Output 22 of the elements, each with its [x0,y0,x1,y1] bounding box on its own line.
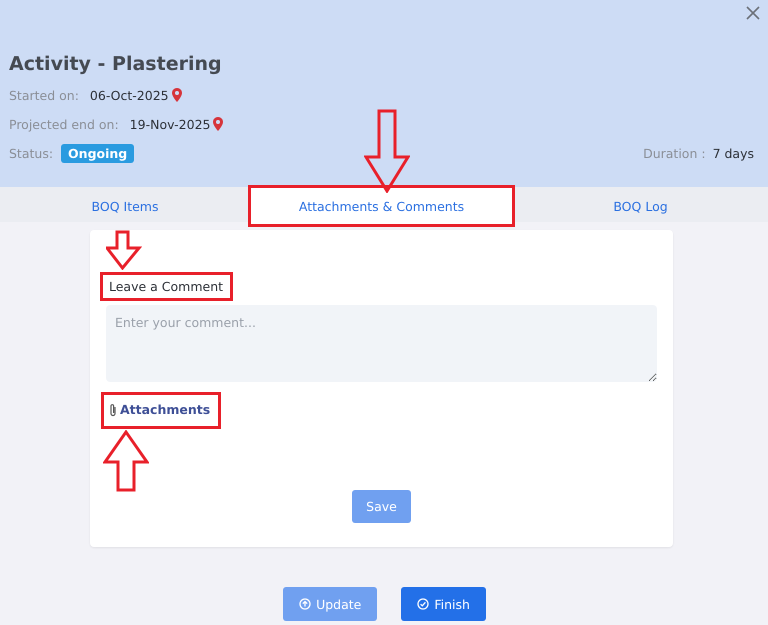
tab[interactable]: BOQ Items [82,187,168,225]
comment-label: Leave a Comment [100,272,234,301]
status-label: Status: [9,146,54,160]
activity-title: Activity - Plastering [9,53,223,75]
tab[interactable]: BOQ Log [603,187,678,225]
field-label: Started on: [9,88,79,102]
finish-button[interactable]: Finish [401,587,486,621]
close-icon[interactable] [746,6,760,20]
location-pin-icon[interactable] [213,117,224,131]
duration-label: Duration : [643,146,706,160]
field-label: Projected end on: [9,116,119,132]
upload-icon [299,598,312,610]
attachments-link[interactable]: Attachments [101,392,222,429]
paperclip-icon [108,402,118,416]
status-badge: Ongoing [61,144,134,162]
comment-field[interactable]: Enter your comment... [106,305,657,382]
location-pin-icon[interactable] [172,88,182,102]
check-circle-icon [417,598,430,610]
duration-value: 7 days [712,146,754,160]
field-value: 06-Oct-2025 [90,88,169,102]
field-value: 19-Nov-2025 [130,116,210,132]
tab[interactable]: Attachments & Comments [250,187,513,225]
